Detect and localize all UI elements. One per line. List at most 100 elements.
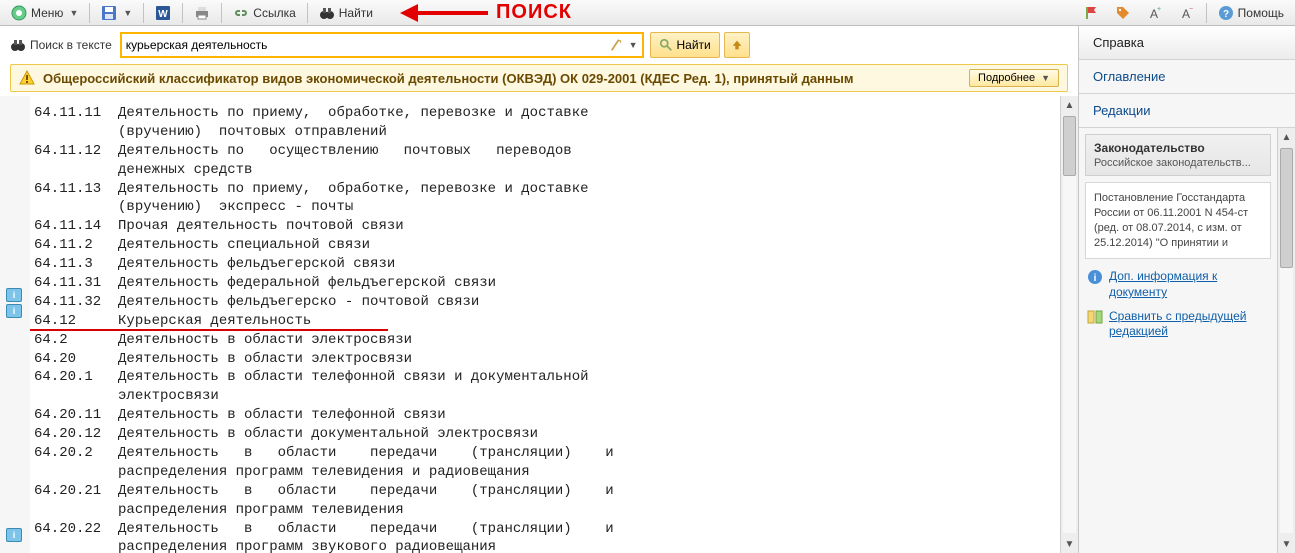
floppy-icon [101,5,117,21]
word-export-button[interactable]: W [148,2,178,24]
annotation-label: ПОИСК [496,1,572,24]
side-link-label: Доп. информация к документу [1109,269,1269,300]
doc-row: 64.11.31 Деятельность федеральной фельдъ… [34,274,1050,293]
save-button[interactable]: ▼ [94,2,139,24]
doc-row: 64.11.12 Деятельность по осуществлению п… [34,142,1050,161]
font-decrease-icon: A− [1179,5,1195,21]
doc-row: 64.11.14 Прочая деятельность почтовой св… [34,217,1050,236]
annotation-arrow: ПОИСК [400,1,572,24]
side-link-compare[interactable]: Сравнить с предыдущей редакцией [1085,305,1271,344]
sidebar-scrollbar[interactable]: ▲ ▼ [1277,128,1295,553]
doc-row: 64.20.12 Деятельность в области документ… [34,425,1050,444]
font-increase-button[interactable]: A+ [1140,2,1170,24]
side-block-sub: Российское законодательств... [1094,157,1262,169]
doc-row: 64.11.3 Деятельность фельдъегерской связ… [34,255,1050,274]
side-block-legislation: Законодательство Российское законодатель… [1085,134,1271,176]
font-increase-icon: A+ [1147,5,1163,21]
word-icon: W [155,5,171,21]
doc-row: 64.12 Курьерская деятельность [34,312,1050,331]
scroll-thumb[interactable] [1280,148,1293,268]
scroll-up-button[interactable]: ▲ [1061,96,1078,114]
alert-text: Общероссийский классификатор видов эконо… [43,71,961,86]
doc-row: 64.20.11 Деятельность в области телефонн… [34,406,1050,425]
doc-row: распределения программ телевидения и рад… [34,463,1050,482]
doc-row: 64.11.2 Деятельность специальной связи [34,236,1050,255]
info-gutter-icon[interactable]: i [6,288,22,302]
scroll-down-button[interactable]: ▼ [1278,535,1295,553]
doc-row: 64.20.1 Деятельность в области телефонно… [34,368,1050,387]
doc-row: денежных средств [34,161,1050,180]
search-submit-label: Найти [677,38,711,52]
link-icon [233,5,249,21]
document-body: 64.11.11 Деятельность по приему, обработ… [30,96,1060,553]
search-strip-label: Поиск в тексте [30,38,112,52]
search-up-button[interactable] [724,32,750,58]
scroll-down-button[interactable]: ▼ [1061,535,1078,553]
svg-text:?: ? [1223,9,1229,20]
svg-text:W: W [159,9,169,20]
app-icon [11,5,27,21]
gutter: i i i [0,96,30,553]
font-decrease-button[interactable]: A− [1172,2,1202,24]
binoculars-icon [10,37,26,53]
doc-row: 64.20 Деятельность в области электросвяз… [34,350,1050,369]
help-icon: ? [1218,5,1234,21]
tags-button[interactable] [1108,2,1138,24]
banner-more-label: Подробнее [978,72,1035,84]
top-toolbar: Меню ▼ ▼ W Ссылка Найти [0,0,1295,26]
menu-button[interactable]: Меню ▼ [4,2,85,24]
separator [307,3,308,23]
scroll-thumb[interactable] [1063,116,1076,176]
doc-row: распределения программ звукового радиове… [34,538,1050,553]
tab-redaktsii[interactable]: Редакции [1079,94,1295,128]
alert-banner: Общероссийский классификатор видов эконо… [10,64,1068,92]
doc-row: 64.20.22 Деятельность в области передачи… [34,520,1050,539]
doc-row: (вручению) почтовых отправлений [34,123,1050,142]
side-block-title: Законодательство [1094,141,1262,155]
doc-row: 64.11.13 Деятельность по приему, обработ… [34,180,1050,199]
svg-text:−: − [1189,6,1193,13]
menu-label: Меню [31,6,63,20]
tab-spravka[interactable]: Справка [1079,26,1295,60]
flag-icon [1083,5,1099,21]
separator [143,3,144,23]
banner-more-button[interactable]: Подробнее ▼ [969,69,1059,87]
doc-row: 64.20.2 Деятельность в области передачи … [34,444,1050,463]
tab-oglavlenie[interactable]: Оглавление [1079,60,1295,94]
side-link-label: Сравнить с предыдущей редакцией [1109,309,1269,340]
doc-row: 64.2 Деятельность в области электросвязи [34,331,1050,350]
help-label: Помощь [1238,6,1284,20]
side-link-extra-info[interactable]: i Доп. информация к документу [1085,265,1271,304]
separator [89,3,90,23]
separator [221,3,222,23]
clear-search-button[interactable] [607,35,627,55]
scroll-up-button[interactable]: ▲ [1278,128,1295,146]
search-submit-button[interactable]: Найти [650,32,720,58]
find-label: Найти [339,6,373,20]
search-input[interactable] [126,38,607,52]
chevron-down-icon: ▼ [69,8,78,18]
link-button[interactable]: Ссылка [226,2,302,24]
info-gutter-icon[interactable]: i [6,528,22,542]
svg-text:i: i [1094,273,1097,284]
doc-row: электросвязи [34,387,1050,406]
chevron-down-icon[interactable]: ▼ [629,40,638,50]
sidebar: Справка Оглавление Редакции Законодатель… [1079,26,1295,553]
bookmark-button[interactable] [1076,2,1106,24]
help-button[interactable]: ? Помощь [1211,2,1291,24]
info-gutter-icon[interactable]: i [6,304,22,318]
print-button[interactable] [187,2,217,24]
find-button-toolbar[interactable]: Найти [312,2,380,24]
separator [182,3,183,23]
side-card-document: Постановление Госстандарта России от 06.… [1085,182,1271,259]
search-box: ▼ [120,32,644,58]
doc-row: 64.11.32 Деятельность фельдъегерско - по… [34,293,1050,312]
binoculars-icon [319,5,335,21]
doc-row: распределения программ телевидения [34,501,1050,520]
link-label: Ссылка [253,6,295,20]
scrollbar[interactable]: ▲ ▼ [1060,96,1078,553]
printer-icon [194,5,210,21]
doc-row: 64.11.11 Деятельность по приему, обработ… [34,104,1050,123]
doc-row: (вручению) экспресс - почты [34,198,1050,217]
highlight-underline [30,329,388,331]
